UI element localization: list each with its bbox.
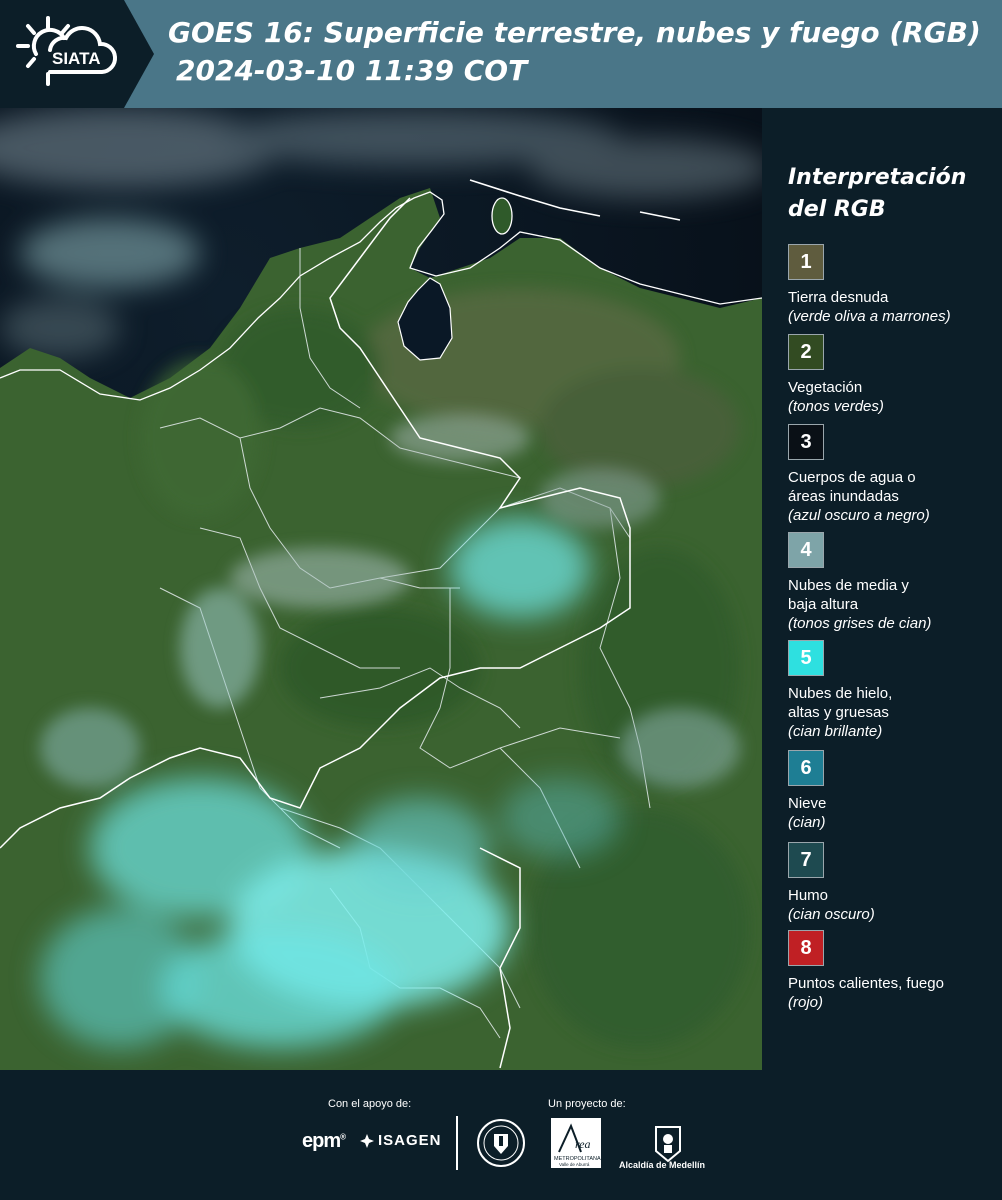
legend-item-mid-clouds: 4 Nubes de media y baja altura (tonos gr…: [788, 532, 1002, 633]
swatch-7: 7: [788, 842, 824, 878]
isagen-logo: ISAGEN: [360, 1132, 442, 1149]
support-label: Con el apoyo de:: [328, 1098, 412, 1110]
legend-sub: (tonos verdes): [788, 398, 884, 415]
swatch-4: 4: [788, 532, 824, 568]
legend-sub: (cian brillante): [788, 723, 883, 740]
legend-item-water: 3 Cuerpos de agua o áreas inundadas (azu…: [788, 424, 1002, 525]
svg-text:rea: rea: [575, 1137, 591, 1151]
university-seal-logo: [477, 1119, 525, 1167]
header-chevron: [124, 0, 154, 108]
map-svg: [0, 108, 762, 1070]
footer-divider: [456, 1116, 458, 1170]
legend-label: Nubes de media y baja altura: [788, 577, 909, 613]
legend-item-vegetation: 2 Vegetación (tonos verdes): [788, 334, 1002, 416]
svg-text:Valle de Aburrá: Valle de Aburrá: [559, 1162, 590, 1167]
swatch-1: 1: [788, 244, 824, 280]
project-label: Un proyecto de:: [548, 1098, 626, 1110]
medellin-label: Alcaldía de Medellín: [618, 1160, 706, 1170]
swatch-2: 2: [788, 334, 824, 370]
page-title: GOES 16: Superficie terrestre, nubes y f…: [168, 16, 981, 49]
legend-label: Puntos calientes, fuego: [788, 975, 944, 992]
isagen-icon: [360, 1133, 374, 1148]
legend-label: Tierra desnuda: [788, 289, 889, 306]
legend-label: Cuerpos de agua o áreas inundadas: [788, 469, 916, 505]
legend-sub: (cian oscuro): [788, 906, 875, 923]
legend-label: Vegetación: [788, 379, 863, 396]
legend-sub: (azul oscuro a negro): [788, 507, 930, 524]
legend-title: Interpretación del RGB: [788, 165, 967, 222]
legend-item-snow: 6 Nieve (cian): [788, 750, 1002, 832]
legend-sub: (verde oliva a marrones): [788, 308, 951, 325]
epm-logo: epm®: [302, 1130, 346, 1152]
swatch-6: 6: [788, 750, 824, 786]
legend-label: Humo: [788, 887, 829, 904]
legend-item-fire: 8 Puntos calientes, fuego (rojo): [788, 930, 1002, 1012]
area-metropolitana-logo: rea METROPOLITANA Valle de Aburrá: [551, 1118, 601, 1168]
legend-sub: (rojo): [788, 994, 824, 1011]
footer: Con el apoyo de: Un proyecto de: epm® IS…: [0, 1070, 1002, 1200]
siata-logo-text: SIATA: [52, 49, 100, 68]
header-bar: SIATA GOES 16: Superficie terrestre, nub…: [0, 0, 1002, 108]
legend-label: Nubes de hielo, altas y gruesas: [788, 685, 893, 721]
satellite-image: [0, 108, 762, 1070]
legend-item-ice-clouds: 5 Nubes de hielo, altas y gruesas (cian …: [788, 640, 1002, 741]
swatch-3: 3: [788, 424, 824, 460]
legend-sub: (cian): [788, 814, 826, 831]
legend-label: Nieve: [788, 795, 827, 812]
legend-item-bare-soil: 1 Tierra desnuda (verde oliva a marrones…: [788, 244, 1002, 326]
legend-item-smoke: 7 Humo (cian oscuro): [788, 842, 1002, 924]
legend-sub: (tonos grises de cian): [788, 615, 932, 632]
swatch-5: 5: [788, 640, 824, 676]
siata-logo: SIATA: [16, 16, 118, 86]
legend-panel: Interpretación del RGB 1 Tierra desnuda …: [762, 108, 1002, 1070]
swatch-8: 8: [788, 930, 824, 966]
timestamp: 2024-03-10 11:39 COT: [176, 54, 528, 87]
